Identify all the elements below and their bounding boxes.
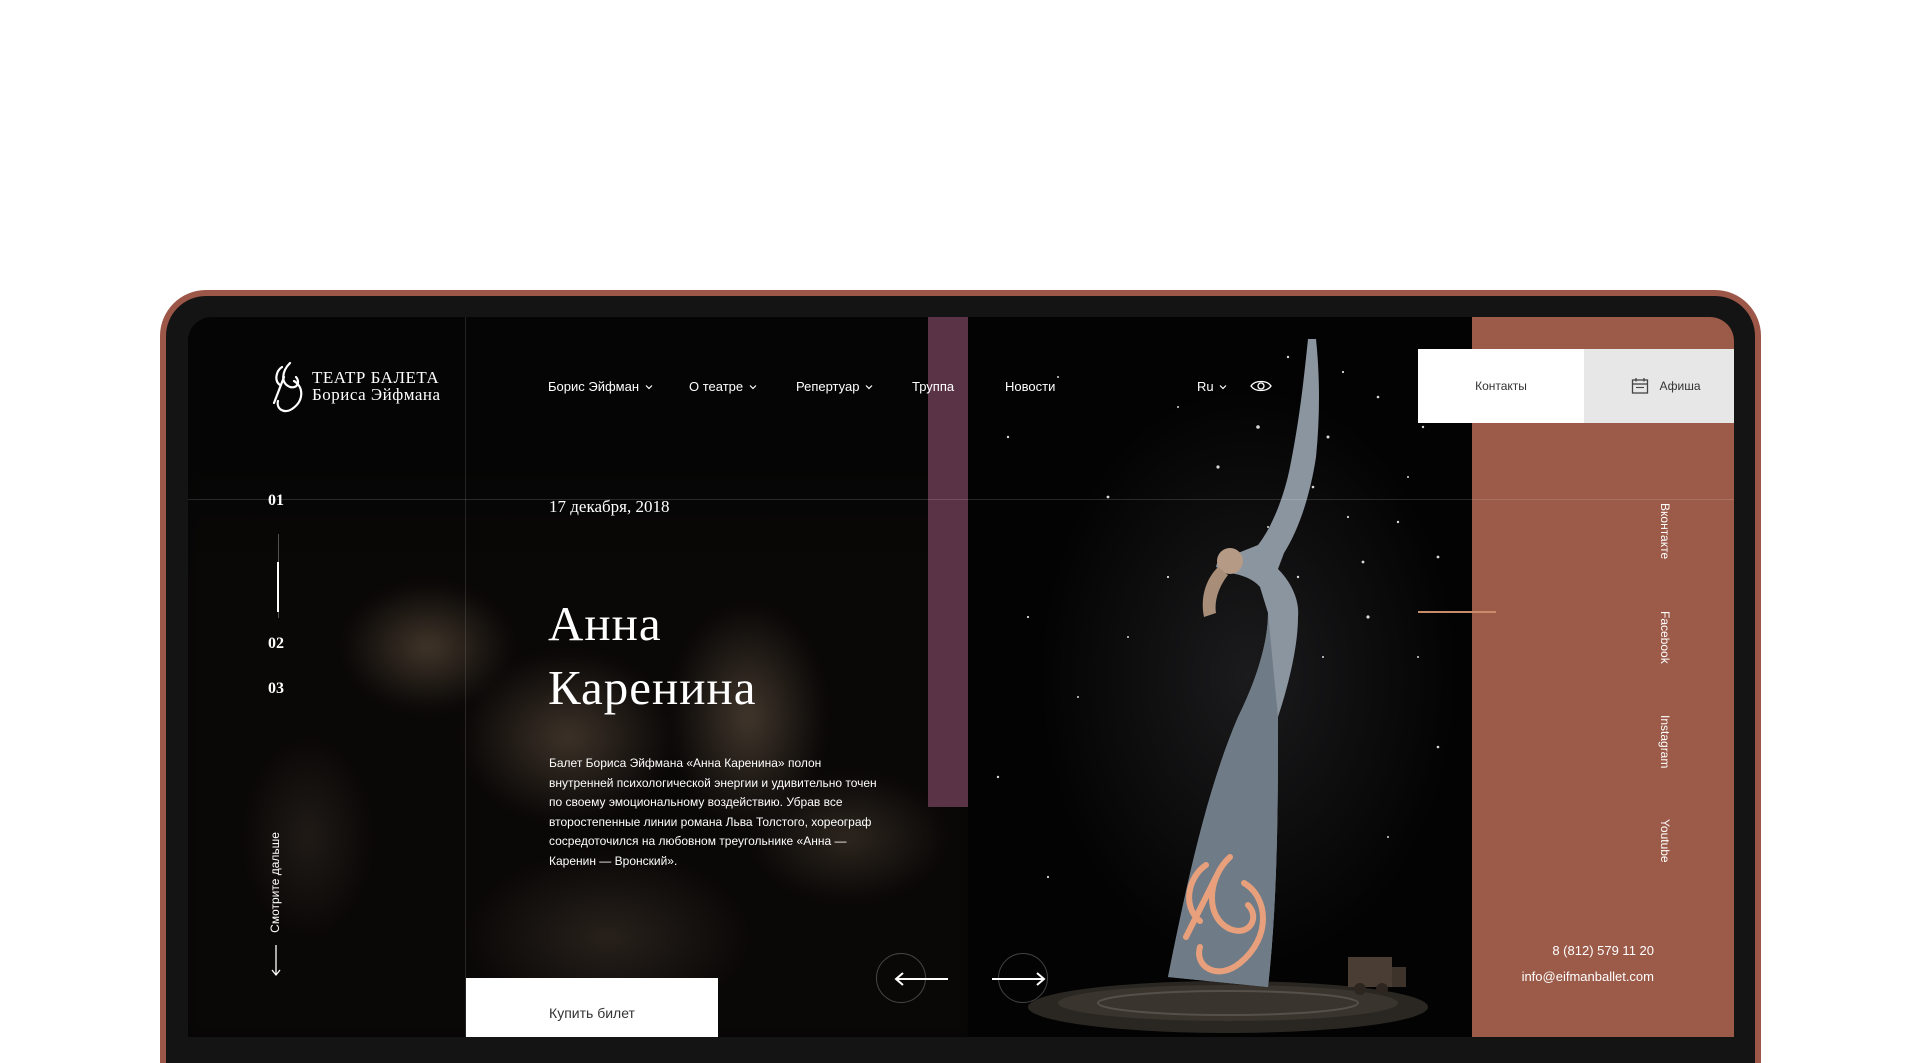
social-link-vkontakte[interactable]: Вконтакте: [1658, 503, 1672, 559]
social-accent-line: [1418, 611, 1496, 613]
nav-item-news[interactable]: Новости: [1005, 379, 1055, 394]
performance-description: Балет Бориса Эйфмана «Анна Каренина» пол…: [549, 756, 877, 868]
chevron-down-icon: [645, 384, 653, 389]
social-link-instagram[interactable]: Instagram: [1658, 715, 1672, 768]
logo-line-1: ТЕАТР БАЛЕТА: [312, 368, 440, 387]
contact-phone[interactable]: 8 (812) 579 11 20: [1552, 943, 1654, 958]
logo-emblem-icon: [272, 361, 303, 413]
website-screen: ТЕАТР БАЛЕТА Бориса Эйфмана Борис Эйфман…: [188, 317, 1734, 1037]
logo-line-2: Бориса Эйфмана: [312, 385, 441, 404]
arrow-down-icon[interactable]: [270, 945, 282, 977]
arrow-right-icon: [992, 972, 1046, 986]
calendar-icon: [1632, 378, 1649, 394]
contacts-button[interactable]: Контакты: [1418, 349, 1584, 423]
nav-item-repertoire[interactable]: Репертуар: [796, 379, 873, 394]
social-link-facebook[interactable]: Facebook: [1658, 611, 1672, 664]
side-panel: [1472, 317, 1734, 1037]
nav-item-boris-eifman[interactable]: Борис Эйфман: [548, 379, 653, 394]
social-link-youtube[interactable]: Youtube: [1658, 819, 1672, 863]
event-date: 17 декабря, 2018: [549, 497, 670, 516]
nav-item-troupe[interactable]: Труппа: [912, 379, 954, 394]
ballerina-illustration: [996, 339, 1440, 1033]
performance-title: Анна Каренина: [548, 596, 757, 715]
chevron-down-icon: [749, 384, 757, 389]
ballerina-photo: [968, 317, 1472, 1037]
scroll-hint[interactable]: Смотрите дальше: [268, 832, 282, 933]
slide-progress-indicator: [277, 562, 279, 612]
nav-item-about[interactable]: О театре: [689, 379, 757, 394]
buy-ticket-button[interactable]: Купить билет: [466, 978, 718, 1037]
afisha-button[interactable]: Афиша: [1584, 349, 1734, 423]
site-logo[interactable]: ТЕАТР БАЛЕТА Бориса Эйфмана: [268, 357, 441, 415]
eye-icon[interactable]: [1250, 378, 1272, 394]
slide-number-03[interactable]: 03: [268, 680, 284, 698]
arrow-left-icon: [894, 972, 948, 986]
contact-email[interactable]: info@eifmanballet.com: [1522, 969, 1654, 984]
slide-number-01[interactable]: 01: [268, 492, 284, 510]
slide-number-02[interactable]: 02: [268, 635, 284, 653]
chevron-down-icon: [866, 384, 873, 389]
language-selector[interactable]: Ru: [1197, 379, 1227, 394]
chevron-down-icon: [1219, 384, 1227, 389]
